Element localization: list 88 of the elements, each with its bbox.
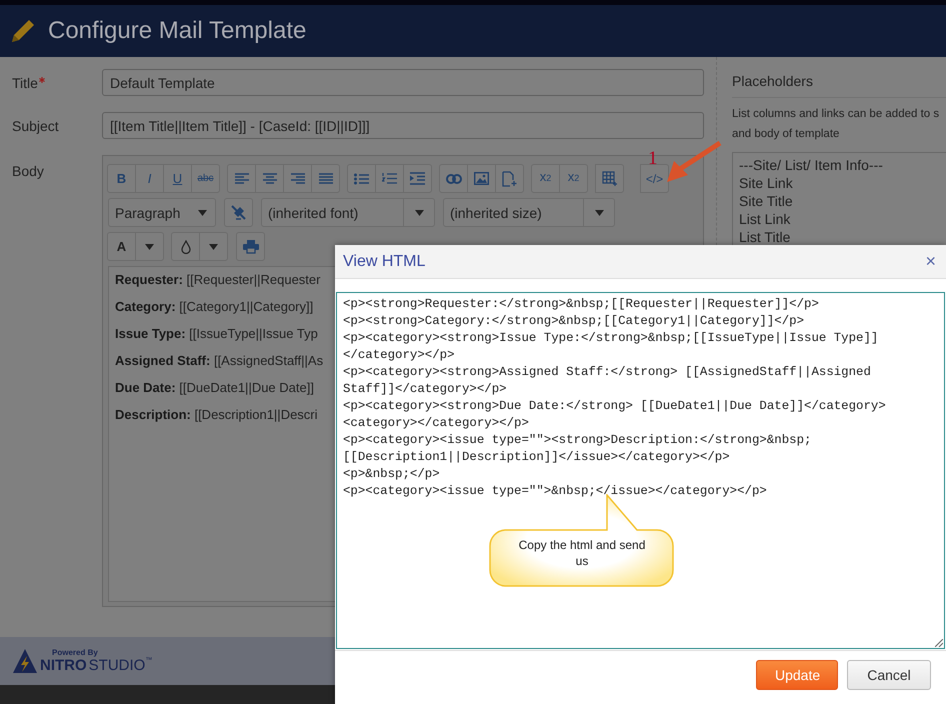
indent-icon: [410, 172, 425, 185]
dialog-title: View HTML: [343, 252, 426, 270]
code-line: <p><category><issue type=""><strong>Description:</strong>&nbsp;: [343, 432, 812, 449]
code-line: <category></category></p>: [343, 415, 530, 432]
align-button[interactable]: [227, 164, 256, 193]
resize-handle-icon[interactable]: [935, 639, 943, 647]
brand-suffix: STUDIO: [88, 657, 146, 674]
panel-description: List columns and links can be added to s and body of template: [732, 107, 940, 142]
drop-icon: [180, 240, 190, 254]
content-line: Category: [[Category1||Category]]: [115, 298, 314, 315]
field-label: Subject: [12, 118, 59, 134]
trademark-mark: ™: [145, 657, 152, 664]
field-label: Body: [12, 163, 44, 179]
clear-format-button[interactable]: [224, 198, 253, 227]
code-view-button[interactable]: </>: [640, 164, 669, 193]
link-button[interactable]: [439, 164, 468, 193]
format-button[interactable]: B: [107, 164, 136, 193]
align-icon: [318, 172, 332, 184]
document-add-button[interactable]: [495, 164, 524, 193]
callout-text: Copy the html and send us: [518, 537, 646, 569]
highlight-color-button[interactable]: [171, 232, 200, 261]
align-button[interactable]: [311, 164, 340, 193]
logo-icon: [12, 648, 38, 674]
subject-field[interactable]: [[Item Title||Item Title]] - [CaseId: [[ID||ID]]]: [102, 112, 704, 139]
cancel-button[interactable]: Cancel: [847, 660, 931, 690]
font-dropdown[interactable]: (inherited font): [261, 198, 435, 227]
format-button[interactable]: I: [135, 164, 164, 193]
code-line: <p><strong>Requester:</strong>&nbsp;[[Requester||Requester]]</p>: [343, 296, 820, 313]
content-line: Requester: [[Requester||Requester: [115, 271, 320, 288]
image-button[interactable]: [467, 164, 496, 193]
list-option[interactable]: ---Site/ List/ Item Info---: [739, 156, 940, 174]
list-option[interactable]: List Link: [739, 210, 940, 228]
code-line: <p><strong>Category:</strong>&nbsp;[[Category1||Category]]</p>: [343, 313, 806, 330]
caret-icon: [414, 210, 424, 216]
code-line: <p><category><strong>Issue Type:</strong>&nbsp;[[IssueType||Issue Type]]: [343, 330, 880, 347]
annotation-arrow: [666, 141, 722, 183]
page-title: Configure Mail Template: [48, 17, 306, 45]
code-line: <p><category><strong>Assigned Staff:</strong> [[AssignedStaff||Assigned: [343, 364, 872, 381]
code-line: <p><category><strong>Due Date:</strong> [[DueDate1||Due Date]]</category>: [343, 398, 887, 415]
close-button[interactable]: ×: [923, 251, 938, 272]
html-source-field[interactable]: [336, 292, 945, 649]
caret-icon: [209, 244, 218, 250]
code-line: </category></p>: [343, 347, 456, 364]
document-plus-icon: [502, 170, 517, 186]
powered-by-text: Powered By: [52, 648, 99, 657]
code-line: <p><category><issue type="">&nbsp;</issue></category></p>: [343, 483, 768, 500]
image-icon: [474, 172, 489, 185]
format-button[interactable]: U: [163, 164, 192, 193]
code-line: Staff]]</category></p>: [343, 381, 508, 398]
bullet-list-button[interactable]: [347, 164, 376, 193]
eraser-icon: [230, 204, 247, 221]
print-icon: [242, 239, 258, 254]
table-icon: [602, 171, 617, 186]
align-icon: [290, 172, 304, 184]
format-button[interactable]: abc: [191, 164, 220, 193]
dropdown-button[interactable]: [199, 232, 228, 261]
brand-name: NITRO: [40, 657, 87, 674]
align-icon: [262, 172, 276, 184]
link-icon: [446, 174, 462, 184]
block-format-dropdown[interactable]: Paragraph: [108, 198, 216, 227]
code-line: <p>&nbsp;</p>: [343, 466, 441, 483]
align-button[interactable]: [283, 164, 312, 193]
content-line: Assigned Staff: [[AssignedStaff||As: [115, 352, 324, 369]
code-line: [[Description1||Description]]</issue></category></p>: [343, 449, 731, 466]
table-button[interactable]: [595, 164, 624, 193]
content-line: Description: [[Description1||Descri: [115, 406, 318, 423]
title-field[interactable]: Default Template: [102, 69, 704, 96]
list-option[interactable]: Site Title: [739, 192, 940, 210]
panel-title: Placeholders: [732, 73, 946, 98]
content-line: Issue Type: [[IssueType||Issue Typ: [115, 325, 318, 342]
align-icon: [234, 172, 248, 184]
dropdown-button[interactable]: [135, 232, 164, 261]
caret-icon: [145, 244, 154, 250]
list-option[interactable]: List Title: [739, 228, 940, 246]
content-line: Due Date: [[DueDate1||Due Date]]: [115, 379, 314, 396]
bullet-list-icon: [354, 172, 369, 184]
caret-icon: [594, 210, 604, 216]
update-button[interactable]: Update: [756, 660, 838, 690]
numbered-list-icon: [382, 172, 397, 185]
print-button[interactable]: [236, 232, 265, 261]
align-button[interactable]: [255, 164, 284, 193]
numbered-list-button[interactable]: [375, 164, 404, 193]
text-color-button[interactable]: A: [107, 232, 136, 261]
caret-icon: [198, 210, 207, 216]
size-dropdown[interactable]: (inherited size): [443, 198, 615, 227]
list-option[interactable]: Site Link: [739, 174, 940, 192]
indent-button[interactable]: [403, 164, 432, 193]
field-label: Title: [12, 74, 38, 90]
